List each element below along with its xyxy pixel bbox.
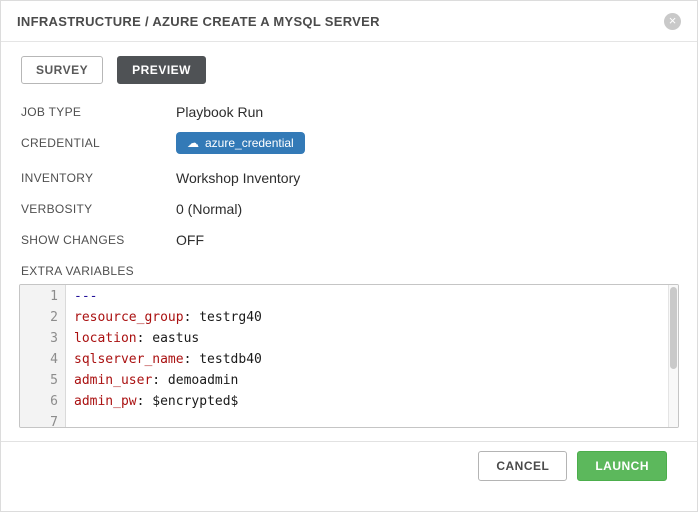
code-line: admin_pw: $encrypted$ — [74, 391, 678, 412]
detail-label: JOB TYPE — [21, 105, 176, 119]
code-line — [74, 412, 678, 427]
detail-row: CREDENTIAL ☁ azure_credential — [21, 132, 677, 154]
modal-title: INFRASTRUCTURE / AZURE CREATE A MYSQL SE… — [17, 14, 380, 29]
editor-line-numbers: 1234567 — [20, 285, 66, 427]
extra-variables-editor[interactable]: 1234567 ---resource_group: testrg40locat… — [19, 284, 679, 428]
line-number: 5 — [20, 370, 58, 391]
cancel-button[interactable]: CANCEL — [478, 451, 567, 481]
detail-value: Workshop Inventory — [176, 170, 300, 186]
code-line: location: eastus — [74, 328, 678, 349]
tab-bar: SURVEY PREVIEW — [21, 56, 677, 84]
cloud-icon: ☁ — [187, 137, 199, 149]
tab-preview[interactable]: PREVIEW — [117, 56, 206, 84]
detail-value: Playbook Run — [176, 104, 263, 120]
line-number: 1 — [20, 286, 58, 307]
code-line: sqlserver_name: testdb40 — [74, 349, 678, 370]
detail-label: SHOW CHANGES — [21, 233, 176, 247]
badge-label: azure_credential — [205, 136, 294, 150]
line-number: 3 — [20, 328, 58, 349]
detail-row: INVENTORY Workshop Inventory — [21, 167, 677, 189]
close-icon[interactable]: × — [664, 13, 681, 30]
editor-scrollbar-thumb[interactable] — [670, 287, 677, 369]
line-number: 2 — [20, 307, 58, 328]
modal-footer: CANCEL LAUNCH — [1, 442, 697, 481]
modal-header: INFRASTRUCTURE / AZURE CREATE A MYSQL SE… — [1, 1, 697, 42]
detail-row: VERBOSITY 0 (Normal) — [21, 198, 677, 220]
detail-label: VERBOSITY — [21, 202, 176, 216]
credential-badge[interactable]: ☁ azure_credential — [176, 132, 305, 154]
code-line: admin_user: demoadmin — [74, 370, 678, 391]
line-number: 7 — [20, 412, 58, 428]
code-line: --- — [74, 286, 678, 307]
line-number: 4 — [20, 349, 58, 370]
details-list: JOB TYPE Playbook Run CREDENTIAL ☁ azure… — [21, 101, 677, 251]
editor-code[interactable]: ---resource_group: testrg40location: eas… — [66, 285, 678, 427]
line-number: 6 — [20, 391, 58, 412]
detail-row: JOB TYPE Playbook Run — [21, 101, 677, 123]
detail-value: OFF — [176, 232, 204, 248]
launch-button[interactable]: LAUNCH — [577, 451, 667, 481]
code-line: resource_group: testrg40 — [74, 307, 678, 328]
detail-value: 0 (Normal) — [176, 201, 242, 217]
detail-row: SHOW CHANGES OFF — [21, 229, 677, 251]
job-launch-preview-modal: INFRASTRUCTURE / AZURE CREATE A MYSQL SE… — [0, 0, 698, 512]
tab-survey[interactable]: SURVEY — [21, 56, 103, 84]
detail-label: INVENTORY — [21, 171, 176, 185]
extra-variables-label: EXTRA VARIABLES — [21, 264, 677, 278]
editor-scrollbar[interactable] — [668, 285, 678, 427]
detail-label: CREDENTIAL — [21, 136, 176, 150]
